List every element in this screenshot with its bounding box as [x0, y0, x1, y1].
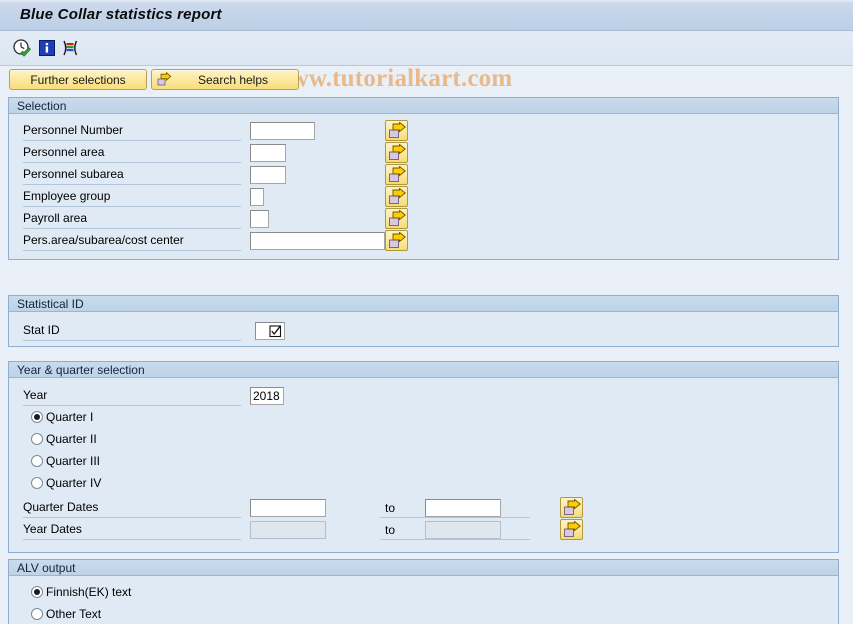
quarter-dates-to-input[interactable]	[425, 499, 501, 517]
form-row-pers-area-subarea-cost-center: Pers.area/subarea/cost center	[9, 230, 840, 252]
radio-quarter-3-label: Quarter III	[46, 454, 101, 468]
search-helps-button[interactable]: Search helps	[151, 69, 299, 90]
row-divider	[23, 539, 241, 540]
statistical-id-group-header: Statistical ID	[9, 296, 838, 312]
year-dates-to-label: to	[385, 523, 396, 537]
alv-output-group: ALV output Finnish(EK) text Other Text	[8, 559, 839, 624]
personnel-area-label: Personnel area	[23, 145, 105, 159]
form-row-year-dates: Year Dates to	[9, 519, 840, 541]
year-label: Year	[23, 388, 48, 402]
form-row-employee-group: Employee group	[9, 186, 840, 208]
quarter-dates-to-label: to	[385, 501, 396, 515]
radio-quarter-4-label: Quarter IV	[46, 476, 102, 490]
payroll-area-multi-select-button[interactable]	[385, 208, 408, 229]
form-row-personnel-subarea: Personnel subarea	[9, 164, 840, 186]
year-input[interactable]	[250, 387, 284, 405]
radio-quarter-4-mark	[31, 477, 43, 489]
radio-quarter-4[interactable]: Quarter IV	[31, 475, 151, 493]
execute-clock-icon[interactable]	[12, 38, 32, 58]
sap-selection-screen: Blue Collar statistics report © www.tuto…	[0, 0, 853, 624]
checkbox-check-value-help-icon[interactable]	[269, 325, 283, 339]
radio-quarter-2-mark	[31, 433, 43, 445]
form-row-personnel-number: Personnel Number	[9, 120, 840, 142]
personnel-number-multi-select-button[interactable]	[385, 120, 408, 141]
statistical-id-group: Statistical ID Stat ID	[8, 295, 839, 347]
personnel-area-input[interactable]	[250, 144, 286, 162]
row-divider	[380, 539, 530, 540]
title-highlight-line	[0, 0, 853, 2]
further-selections-label: Further selections	[30, 72, 126, 87]
payroll-area-label: Payroll area	[23, 211, 88, 225]
quarter-dates-label: Quarter Dates	[23, 500, 99, 514]
employee-group-multi-select-button[interactable]	[385, 186, 408, 207]
personnel-number-label: Personnel Number	[23, 123, 124, 137]
personnel-subarea-input[interactable]	[250, 166, 286, 184]
action-button-row: Further selections Search helps	[0, 66, 853, 95]
row-divider	[23, 184, 241, 185]
personnel-number-input[interactable]	[250, 122, 315, 140]
radio-quarter-3-mark	[31, 455, 43, 467]
row-divider	[23, 228, 241, 229]
row-divider	[23, 405, 241, 406]
row-divider	[23, 340, 241, 341]
employee-group-label: Employee group	[23, 189, 111, 203]
form-row-stat-id: Stat ID	[9, 320, 840, 342]
icon-toolbar: © www.tutorialkart.com	[0, 31, 853, 92]
page-title: Blue Collar statistics report	[20, 6, 222, 23]
stat-id-field-wrapper	[255, 322, 285, 340]
payroll-area-input[interactable]	[250, 210, 269, 228]
statistical-id-group-body: Stat ID	[9, 312, 838, 345]
personnel-area-multi-select-button[interactable]	[385, 142, 408, 163]
form-row-quarter-dates: Quarter Dates to	[9, 497, 840, 519]
row-divider	[23, 250, 241, 251]
alv-output-group-body: Finnish(EK) text Other Text	[9, 576, 838, 624]
personnel-subarea-multi-select-button[interactable]	[385, 164, 408, 185]
form-row-year: Year	[9, 385, 840, 407]
year-quarter-group-header: Year & quarter selection	[9, 362, 838, 378]
year-dates-to-input	[425, 521, 501, 539]
variant-bars-icon[interactable]	[60, 38, 80, 58]
quarter-dates-multi-select-button[interactable]	[560, 497, 583, 518]
radio-quarter-1[interactable]: Quarter I	[31, 409, 151, 427]
radio-finnish-ek-text-label: Finnish(EK) text	[46, 585, 132, 599]
window-title-bar: Blue Collar statistics report	[0, 0, 853, 31]
form-row-payroll-area: Payroll area	[9, 208, 840, 230]
selection-group: Selection Personnel Number Personnel are…	[8, 97, 839, 260]
year-quarter-group-body: Year Quarter I Quarter II Quarter III Qu…	[9, 378, 838, 551]
year-dates-from-input	[250, 521, 326, 539]
radio-other-text-label: Other Text	[46, 607, 102, 621]
selection-group-header: Selection	[9, 98, 838, 114]
employee-group-input[interactable]	[250, 188, 264, 206]
form-row-personnel-area: Personnel area	[9, 142, 840, 164]
information-icon[interactable]	[37, 38, 57, 58]
row-divider	[23, 206, 241, 207]
radio-quarter-2-label: Quarter II	[46, 432, 97, 446]
alv-output-group-header: ALV output	[9, 560, 838, 576]
radio-other-text-mark	[31, 608, 43, 620]
year-quarter-group: Year & quarter selection Year Quarter I …	[8, 361, 839, 553]
selection-group-body: Personnel Number Personnel area Personne…	[9, 114, 838, 258]
search-helps-label: Search helps	[197, 72, 269, 87]
row-divider	[23, 140, 241, 141]
row-divider	[23, 517, 241, 518]
stat-id-label: Stat ID	[23, 323, 60, 337]
radio-finnish-ek-text-mark	[31, 586, 43, 598]
pers-area-subarea-cost-center-input[interactable]	[250, 232, 385, 250]
arrow-right-icon	[156, 71, 172, 88]
quarter-dates-from-input[interactable]	[250, 499, 326, 517]
row-divider	[380, 517, 530, 518]
radio-other-text[interactable]: Other Text	[31, 606, 231, 624]
radio-quarter-1-mark	[31, 411, 43, 423]
further-selections-button[interactable]: Further selections	[9, 69, 147, 90]
radio-quarter-1-label: Quarter I	[46, 410, 94, 424]
radio-quarter-3[interactable]: Quarter III	[31, 453, 151, 471]
pers-area-subarea-cost-center-label: Pers.area/subarea/cost center	[23, 233, 184, 247]
radio-finnish-ek-text[interactable]: Finnish(EK) text	[31, 584, 231, 602]
pers-area-subarea-cost-center-multi-select-button[interactable]	[385, 230, 408, 251]
personnel-subarea-label: Personnel subarea	[23, 167, 124, 181]
row-divider	[23, 162, 241, 163]
radio-quarter-2[interactable]: Quarter II	[31, 431, 151, 449]
year-dates-multi-select-button[interactable]	[560, 519, 583, 540]
year-dates-label: Year Dates	[23, 522, 82, 536]
